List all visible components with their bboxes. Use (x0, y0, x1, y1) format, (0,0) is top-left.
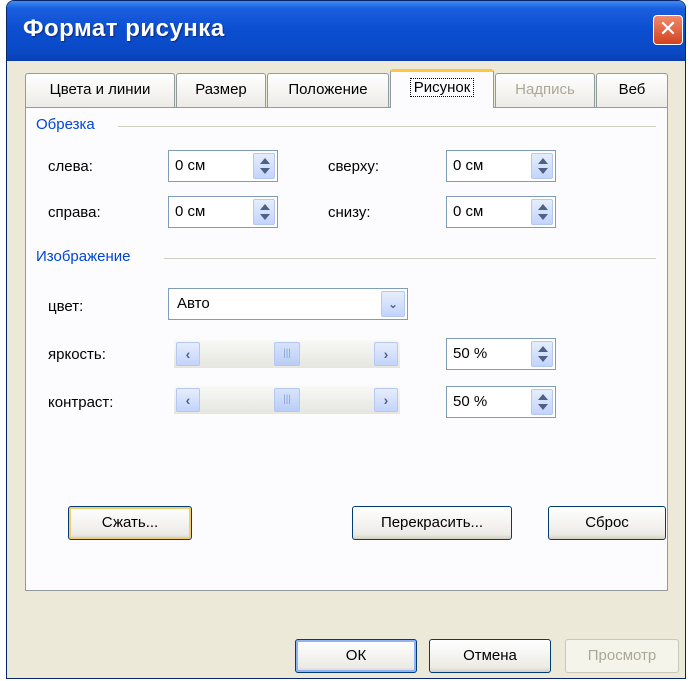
color-select-value: Авто (177, 295, 210, 312)
crop-bottom-value: 0 см (453, 203, 484, 220)
image-group-label: Изображение (36, 248, 131, 265)
spinner-arrows-icon[interactable] (531, 199, 553, 225)
contrast-value: 50 % (453, 393, 488, 410)
dialog-title: Формат рисунка (23, 15, 225, 42)
tab-picture[interactable]: Рисунок (390, 69, 494, 108)
tab-position[interactable]: Положение (267, 73, 389, 107)
crop-left-spinner[interactable]: 0 см (168, 150, 278, 182)
ok-button[interactable]: ОК (295, 639, 417, 673)
crop-top-value: 0 см (453, 157, 484, 174)
contrast-slider[interactable]: ‹ ||| › (174, 386, 400, 414)
crop-right-value: 0 см (175, 203, 206, 220)
color-select[interactable]: Авто ⌄ (168, 288, 408, 320)
crop-bottom-label: снизу: (328, 204, 371, 221)
crop-right-label: справа: (48, 204, 101, 221)
brightness-value: 50 % (453, 345, 488, 362)
crop-group-divider (118, 126, 656, 127)
crop-bottom-spinner[interactable]: 0 см (446, 196, 556, 228)
brightness-slider-thumb[interactable]: ||| (274, 342, 300, 366)
slider-right-arrow-icon[interactable]: › (374, 342, 398, 366)
brightness-label: яркость: (48, 346, 106, 363)
spinner-arrows-icon[interactable] (531, 389, 553, 415)
crop-group-label: Обрезка (36, 116, 95, 133)
crop-right-spinner[interactable]: 0 см (168, 196, 278, 228)
color-label: цвет: (48, 298, 84, 315)
tab-web[interactable]: Веб (596, 73, 668, 107)
reset-button[interactable]: Сброс (548, 506, 666, 540)
crop-top-label: сверху: (328, 158, 379, 175)
contrast-slider-thumb[interactable]: ||| (274, 388, 300, 412)
slider-left-arrow-icon[interactable]: ‹ (176, 342, 200, 366)
slider-left-arrow-icon[interactable]: ‹ (176, 388, 200, 412)
cancel-button[interactable]: Отмена (429, 639, 551, 673)
image-group-divider (164, 258, 656, 259)
tab-text-box: Надпись (495, 73, 595, 107)
crop-left-value: 0 см (175, 157, 206, 174)
preview-button: Просмотр (565, 639, 679, 673)
recolor-button[interactable]: Перекрасить... (352, 506, 512, 540)
crop-top-spinner[interactable]: 0 см (446, 150, 556, 182)
title-bar[interactable]: Формат рисунка ✕ (7, 1, 685, 61)
tab-size[interactable]: Размер (176, 73, 266, 107)
contrast-label: контраст: (48, 394, 114, 411)
brightness-slider[interactable]: ‹ ||| › (174, 340, 400, 368)
compress-button[interactable]: Сжать... (68, 506, 192, 540)
spinner-arrows-icon[interactable] (253, 153, 275, 179)
tab-picture-label: Рисунок (409, 78, 475, 97)
slider-right-arrow-icon[interactable]: › (374, 388, 398, 412)
contrast-spinner[interactable]: 50 % (446, 386, 556, 418)
close-button[interactable]: ✕ (653, 15, 683, 45)
chevron-down-icon[interactable]: ⌄ (381, 291, 405, 317)
crop-left-label: слева: (48, 158, 93, 175)
close-icon: ✕ (658, 16, 678, 41)
dialog-window: Формат рисунка ✕ Цвета и линии Размер По… (6, 0, 686, 679)
spinner-arrows-icon[interactable] (253, 199, 275, 225)
spinner-arrows-icon[interactable] (531, 153, 553, 179)
spinner-arrows-icon[interactable] (531, 341, 553, 367)
picture-tab-panel: Обрезка слева: 0 см сверху: 0 см справа:… (25, 107, 668, 591)
brightness-spinner[interactable]: 50 % (446, 338, 556, 370)
tab-colors-lines[interactable]: Цвета и линии (25, 73, 175, 107)
